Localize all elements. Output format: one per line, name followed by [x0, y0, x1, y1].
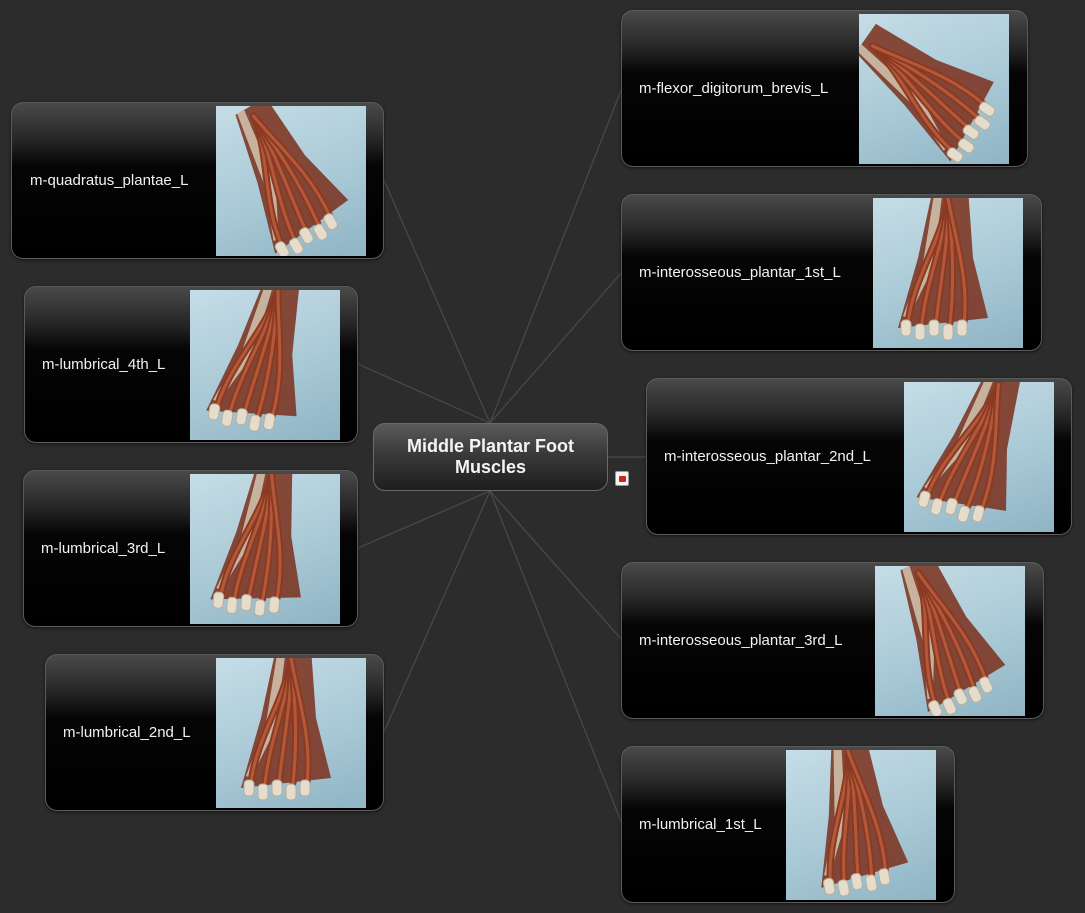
topic-label: m-interosseous_plantar_3rd_L [639, 632, 843, 649]
topic-interosseous-plantar-2nd[interactable]: m-interosseous_plantar_2nd_L [646, 378, 1072, 535]
topic-label: m-interosseous_plantar_2nd_L [664, 448, 871, 465]
topic-interosseous-plantar-1st[interactable]: m-interosseous_plantar_1st_L [621, 194, 1042, 351]
central-topic-label: Middle Plantar Foot Muscles [406, 436, 574, 477]
foot-muscle-image [216, 106, 366, 256]
foot-muscle-image [216, 658, 366, 808]
foot-muscle-image [786, 750, 936, 900]
topic-lumbrical-2nd[interactable]: m-lumbrical_2nd_L [45, 654, 384, 811]
topic-lumbrical-3rd[interactable]: m-lumbrical_3rd_L [23, 470, 358, 627]
foot-muscle-image [859, 14, 1009, 164]
central-topic[interactable]: Middle Plantar Foot Muscles [373, 423, 608, 491]
foot-muscle-image [875, 566, 1025, 716]
topic-interosseous-plantar-3rd[interactable]: m-interosseous_plantar_3rd_L [621, 562, 1044, 719]
topic-label: m-lumbrical_3rd_L [41, 540, 166, 557]
foot-muscle-image [873, 198, 1023, 348]
topic-label: m-interosseous_plantar_1st_L [639, 264, 841, 281]
topic-label: m-lumbrical_2nd_L [63, 724, 191, 741]
topic-lumbrical-4th[interactable]: m-lumbrical_4th_L [24, 286, 358, 443]
topic-flexor-digitorum-brevis[interactable]: m-flexor_digitorum_brevis_L [621, 10, 1028, 167]
foot-muscle-image [190, 290, 340, 440]
topic-label: m-flexor_digitorum_brevis_L [639, 80, 829, 97]
topic-label: m-lumbrical_1st_L [639, 816, 762, 833]
topic-lumbrical-1st[interactable]: m-lumbrical_1st_L [621, 746, 955, 903]
foot-muscle-image [904, 382, 1054, 532]
topic-quadratus-plantae[interactable]: m-quadratus_plantae_L [11, 102, 384, 259]
foot-muscle-image [190, 474, 340, 624]
topic-label: m-quadratus_plantae_L [30, 172, 189, 189]
topic-label: m-lumbrical_4th_L [42, 356, 166, 373]
pdf-attachment-icon[interactable] [615, 471, 629, 486]
